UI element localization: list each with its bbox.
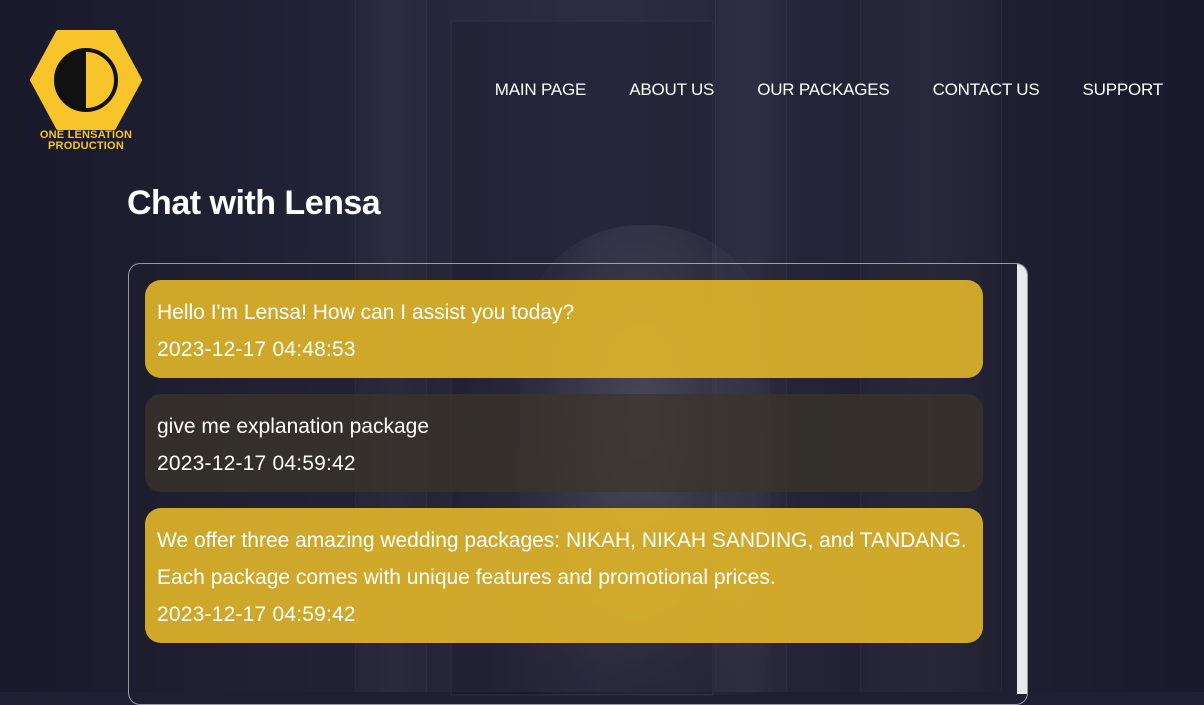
brand-logo[interactable]: ONE LENSATION PRODUCTION xyxy=(22,30,150,152)
chat-message-timestamp: 2023-12-17 04:59:42 xyxy=(157,452,356,475)
chat-message-bot: We offer three amazing wedding packages:… xyxy=(145,508,983,643)
chat-message-text: Hello I'm Lensa! How can I assist you to… xyxy=(157,301,575,324)
main-nav: MAIN PAGE ABOUT US OUR PACKAGES CONTACT … xyxy=(452,80,1163,100)
brand-name-line2: PRODUCTION xyxy=(48,140,124,152)
chat-message-timestamp: 2023-12-17 04:59:42 xyxy=(157,603,356,626)
chat-message-bot: Hello I'm Lensa! How can I assist you to… xyxy=(145,280,983,378)
chat-message-text: give me explanation package xyxy=(157,415,430,438)
nav-about-us[interactable]: ABOUT US xyxy=(629,80,714,100)
half-circle-hexagon-icon xyxy=(30,30,142,130)
chat-message-text: We offer three amazing wedding packages:… xyxy=(157,529,967,589)
nav-main-page[interactable]: MAIN PAGE xyxy=(495,80,587,100)
chat-window[interactable]: Hello I'm Lensa! How can I assist you to… xyxy=(128,263,1028,705)
nav-support[interactable]: SUPPORT xyxy=(1083,80,1164,100)
nav-our-packages[interactable]: OUR PACKAGES xyxy=(757,80,890,100)
chat-message-user: give me explanation package 2023-12-17 0… xyxy=(145,394,983,492)
page-title: Chat with Lensa xyxy=(127,184,381,222)
chat-message-timestamp: 2023-12-17 04:48:53 xyxy=(157,338,356,361)
chat-scrollbar[interactable] xyxy=(1017,264,1027,694)
nav-contact-us[interactable]: CONTACT US xyxy=(933,80,1040,100)
